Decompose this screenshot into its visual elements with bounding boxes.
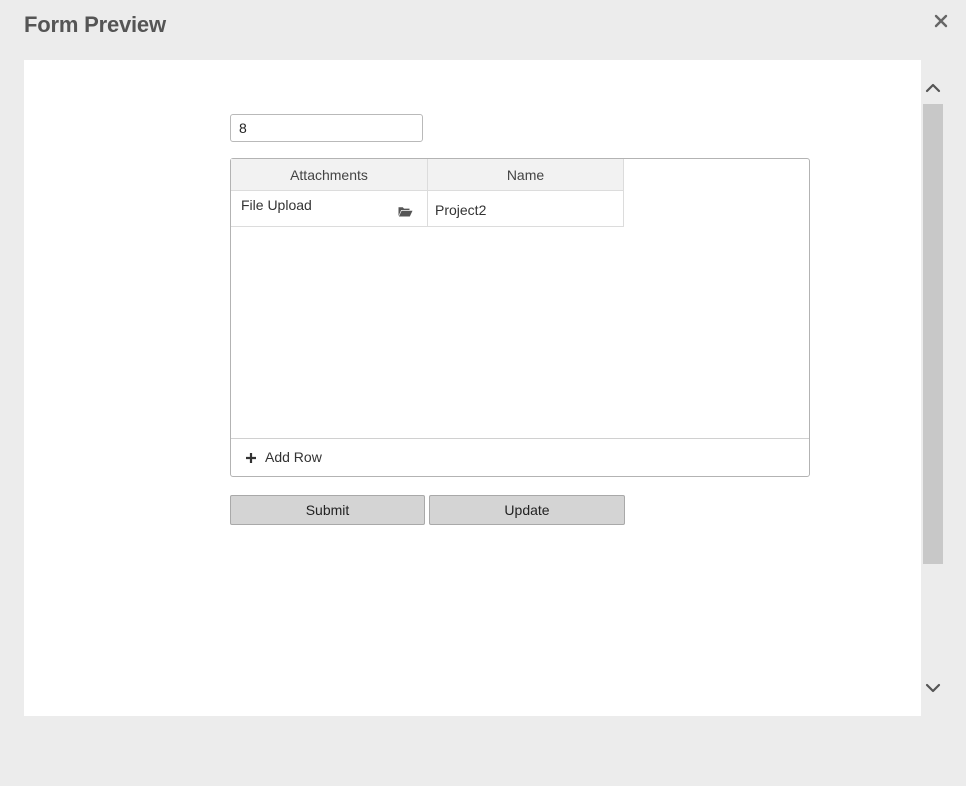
grid-header-row: Attachments Name [231, 159, 624, 191]
form-preview-dialog: Form Preview Attachments Name File Uploa… [0, 0, 966, 786]
close-icon[interactable] [930, 10, 952, 32]
file-upload-label: File Upload [241, 197, 312, 213]
submit-button[interactable]: Submit [230, 495, 425, 525]
vertical-scrollbar[interactable] [921, 60, 945, 716]
chevron-down-icon[interactable] [923, 678, 943, 698]
column-header-name[interactable]: Name [427, 159, 624, 191]
add-row-label: Add Row [265, 449, 322, 465]
plus-icon [245, 451, 257, 463]
grid-table: Attachments Name File Upload Project2 [231, 159, 624, 227]
grid-footer: Add Row [231, 438, 809, 476]
folder-open-icon[interactable] [398, 204, 413, 217]
add-row-button[interactable]: Add Row [245, 449, 322, 465]
table-row: File Upload Project2 [231, 190, 624, 227]
scrollbar-thumb[interactable] [923, 104, 943, 564]
attachment-cell[interactable]: File Upload [231, 190, 428, 227]
name-cell[interactable]: Project2 [427, 190, 624, 227]
chevron-up-icon[interactable] [923, 78, 943, 98]
column-header-attachments[interactable]: Attachments [231, 159, 428, 191]
update-button[interactable]: Update [429, 495, 625, 525]
dialog-title: Form Preview [24, 12, 166, 37]
form-content-area: Attachments Name File Upload [24, 60, 921, 716]
name-value: Project2 [435, 201, 487, 218]
attachments-grid: Attachments Name File Upload Project2 Ad… [230, 158, 810, 477]
number-input[interactable] [230, 114, 423, 142]
